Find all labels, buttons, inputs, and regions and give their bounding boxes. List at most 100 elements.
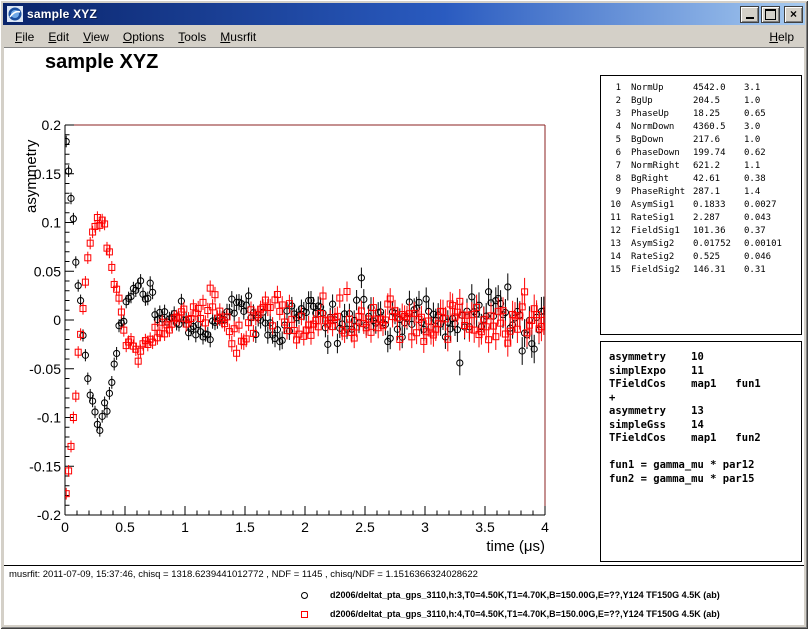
y-tick-label: 0.1 (42, 215, 62, 231)
param-error: 3.1 (744, 82, 801, 95)
parameter-row: 8BgRight42.610.38 (607, 173, 801, 186)
theory-line: + (609, 392, 801, 406)
parameter-row: 2 BgUp204.51.0 (607, 95, 801, 108)
param-name: NormDown (631, 121, 693, 134)
param-number: 2 (607, 95, 621, 108)
param-number: 13 (607, 238, 621, 251)
param-error: 1.4 (744, 186, 801, 199)
theory-line: TFieldCos map1 fun2 (609, 432, 801, 446)
param-error: 0.65 (744, 108, 801, 121)
x-tick-label: 0.5 (115, 519, 135, 535)
param-error: 0.046 (744, 251, 801, 264)
theory-line: TFieldCos map1 fun1 (609, 378, 801, 392)
theory-line: fun2 = gamma_mu * par15 (609, 473, 801, 487)
param-number: 5 (607, 134, 621, 147)
param-name: NormUp (631, 82, 693, 95)
maximize-button[interactable] (761, 6, 780, 23)
param-error: 0.38 (744, 173, 801, 186)
parameter-row: 13AsymSig20.017520.00101 (607, 238, 801, 251)
x-tick-label: 3.5 (475, 519, 495, 535)
legend-circle-marker-icon (301, 592, 308, 599)
param-name: BgUp (631, 95, 693, 108)
series-h4 (63, 211, 547, 499)
menu-item-musrfit[interactable]: Musrfit (213, 28, 263, 46)
x-tick-label: 0 (61, 519, 69, 535)
data-points (63, 136, 547, 500)
param-name: AsymSig1 (631, 199, 693, 212)
parameter-row: 15FieldSig2146.310.31 (607, 264, 801, 277)
param-value: 101.36 (693, 225, 744, 238)
parameter-row: 14RateSig20.5250.046 (607, 251, 801, 264)
param-name: NormRight (631, 160, 693, 173)
menu-item-view[interactable]: View (76, 28, 116, 46)
param-number: 6 (607, 147, 621, 160)
parameter-row: 12FieldSig1101.360.37 (607, 225, 801, 238)
param-value: 42.61 (693, 173, 744, 186)
legend-row: d2006/deltat_pta_gps_3110,h:3,T0=4.50K,T… (301, 589, 720, 601)
legend-label: d2006/deltat_pta_gps_3110,h:3,T0=4.50K,T… (330, 590, 720, 600)
param-value: 204.5 (693, 95, 744, 108)
param-value: 18.25 (693, 108, 744, 121)
param-error: 1.0 (744, 134, 801, 147)
parameter-row: 9 PhaseRight287.11.4 (607, 186, 801, 199)
param-error: 0.00101 (744, 238, 801, 251)
param-value: 0.1833 (693, 199, 744, 212)
theory-line: asymmetry 10 (609, 351, 801, 365)
param-name: PhaseRight (631, 186, 693, 199)
param-name: FieldSig2 (631, 264, 693, 277)
param-number: 9 (607, 186, 621, 199)
x-axis: 00.511.522.533.54 (61, 506, 549, 535)
param-value: 0.01752 (693, 238, 744, 251)
param-error: 0.62 (744, 147, 801, 160)
menu-item-file[interactable]: File (8, 28, 41, 46)
series-h3 (63, 136, 547, 437)
param-name: PhaseUp (631, 108, 693, 121)
param-error: 1.0 (744, 95, 801, 108)
y-tick-label: 0 (53, 312, 61, 328)
menu-item-help[interactable]: Help (763, 28, 800, 46)
menu-bar: FileEditViewOptionsToolsMusrfit Help (4, 27, 804, 48)
menu-item-options[interactable]: Options (116, 28, 171, 46)
legend-label: d2006/deltat_pta_gps_3110,h:4,T0=4.50K,T… (330, 609, 720, 619)
param-number: 14 (607, 251, 621, 264)
param-value: 287.1 (693, 186, 744, 199)
param-error: 1.1 (744, 160, 801, 173)
param-name: BgDown (631, 134, 693, 147)
param-value: 4360.5 (693, 121, 744, 134)
menu-item-edit[interactable]: Edit (41, 28, 76, 46)
parameter-row: 11RateSig12.2870.043 (607, 212, 801, 225)
title-bar[interactable]: sample XYZ × (3, 3, 805, 25)
y-axis-title: asymmetry (23, 139, 40, 213)
param-number: 1 (607, 82, 621, 95)
fit-info: musrfit: 2011-07-09, 15:37:46, chisq = 1… (9, 569, 478, 580)
theory-line: simpleGss 14 (609, 419, 801, 433)
param-number: 3 (607, 108, 621, 121)
param-number: 12 (607, 225, 621, 238)
x-axis-title: time (μs) (486, 538, 545, 555)
theory-line (609, 446, 801, 460)
close-button[interactable]: × (784, 6, 803, 23)
param-number: 4 (607, 121, 621, 134)
app-icon (7, 6, 23, 22)
plot-canvas[interactable]: 00.511.522.533.540.20.150.10.050-0.05-0.… (4, 48, 579, 558)
x-tick-label: 4 (541, 519, 549, 535)
param-value: 217.6 (693, 134, 744, 147)
param-error: 0.31 (744, 264, 801, 277)
theory-line: fun1 = gamma_mu * par12 (609, 459, 801, 473)
param-number: 11 (607, 212, 621, 225)
y-tick-label: -0.05 (29, 361, 61, 377)
parameter-row: 1NormUp4542.03.1 (607, 82, 801, 95)
theory-line: asymmetry 13 (609, 405, 801, 419)
minimize-button[interactable] (740, 6, 759, 23)
param-number: 7 (607, 160, 621, 173)
param-error: 0.0027 (744, 199, 801, 212)
x-tick-label: 2 (301, 519, 309, 535)
param-name: RateSig2 (631, 251, 693, 264)
legend-row: d2006/deltat_pta_gps_3110,h:4,T0=4.50K,T… (301, 608, 720, 620)
plot-frame (65, 125, 545, 515)
minimize-icon (746, 17, 754, 19)
param-number: 8 (607, 173, 621, 186)
close-icon: × (790, 8, 797, 20)
menu-item-tools[interactable]: Tools (171, 28, 213, 46)
param-error: 3.0 (744, 121, 801, 134)
